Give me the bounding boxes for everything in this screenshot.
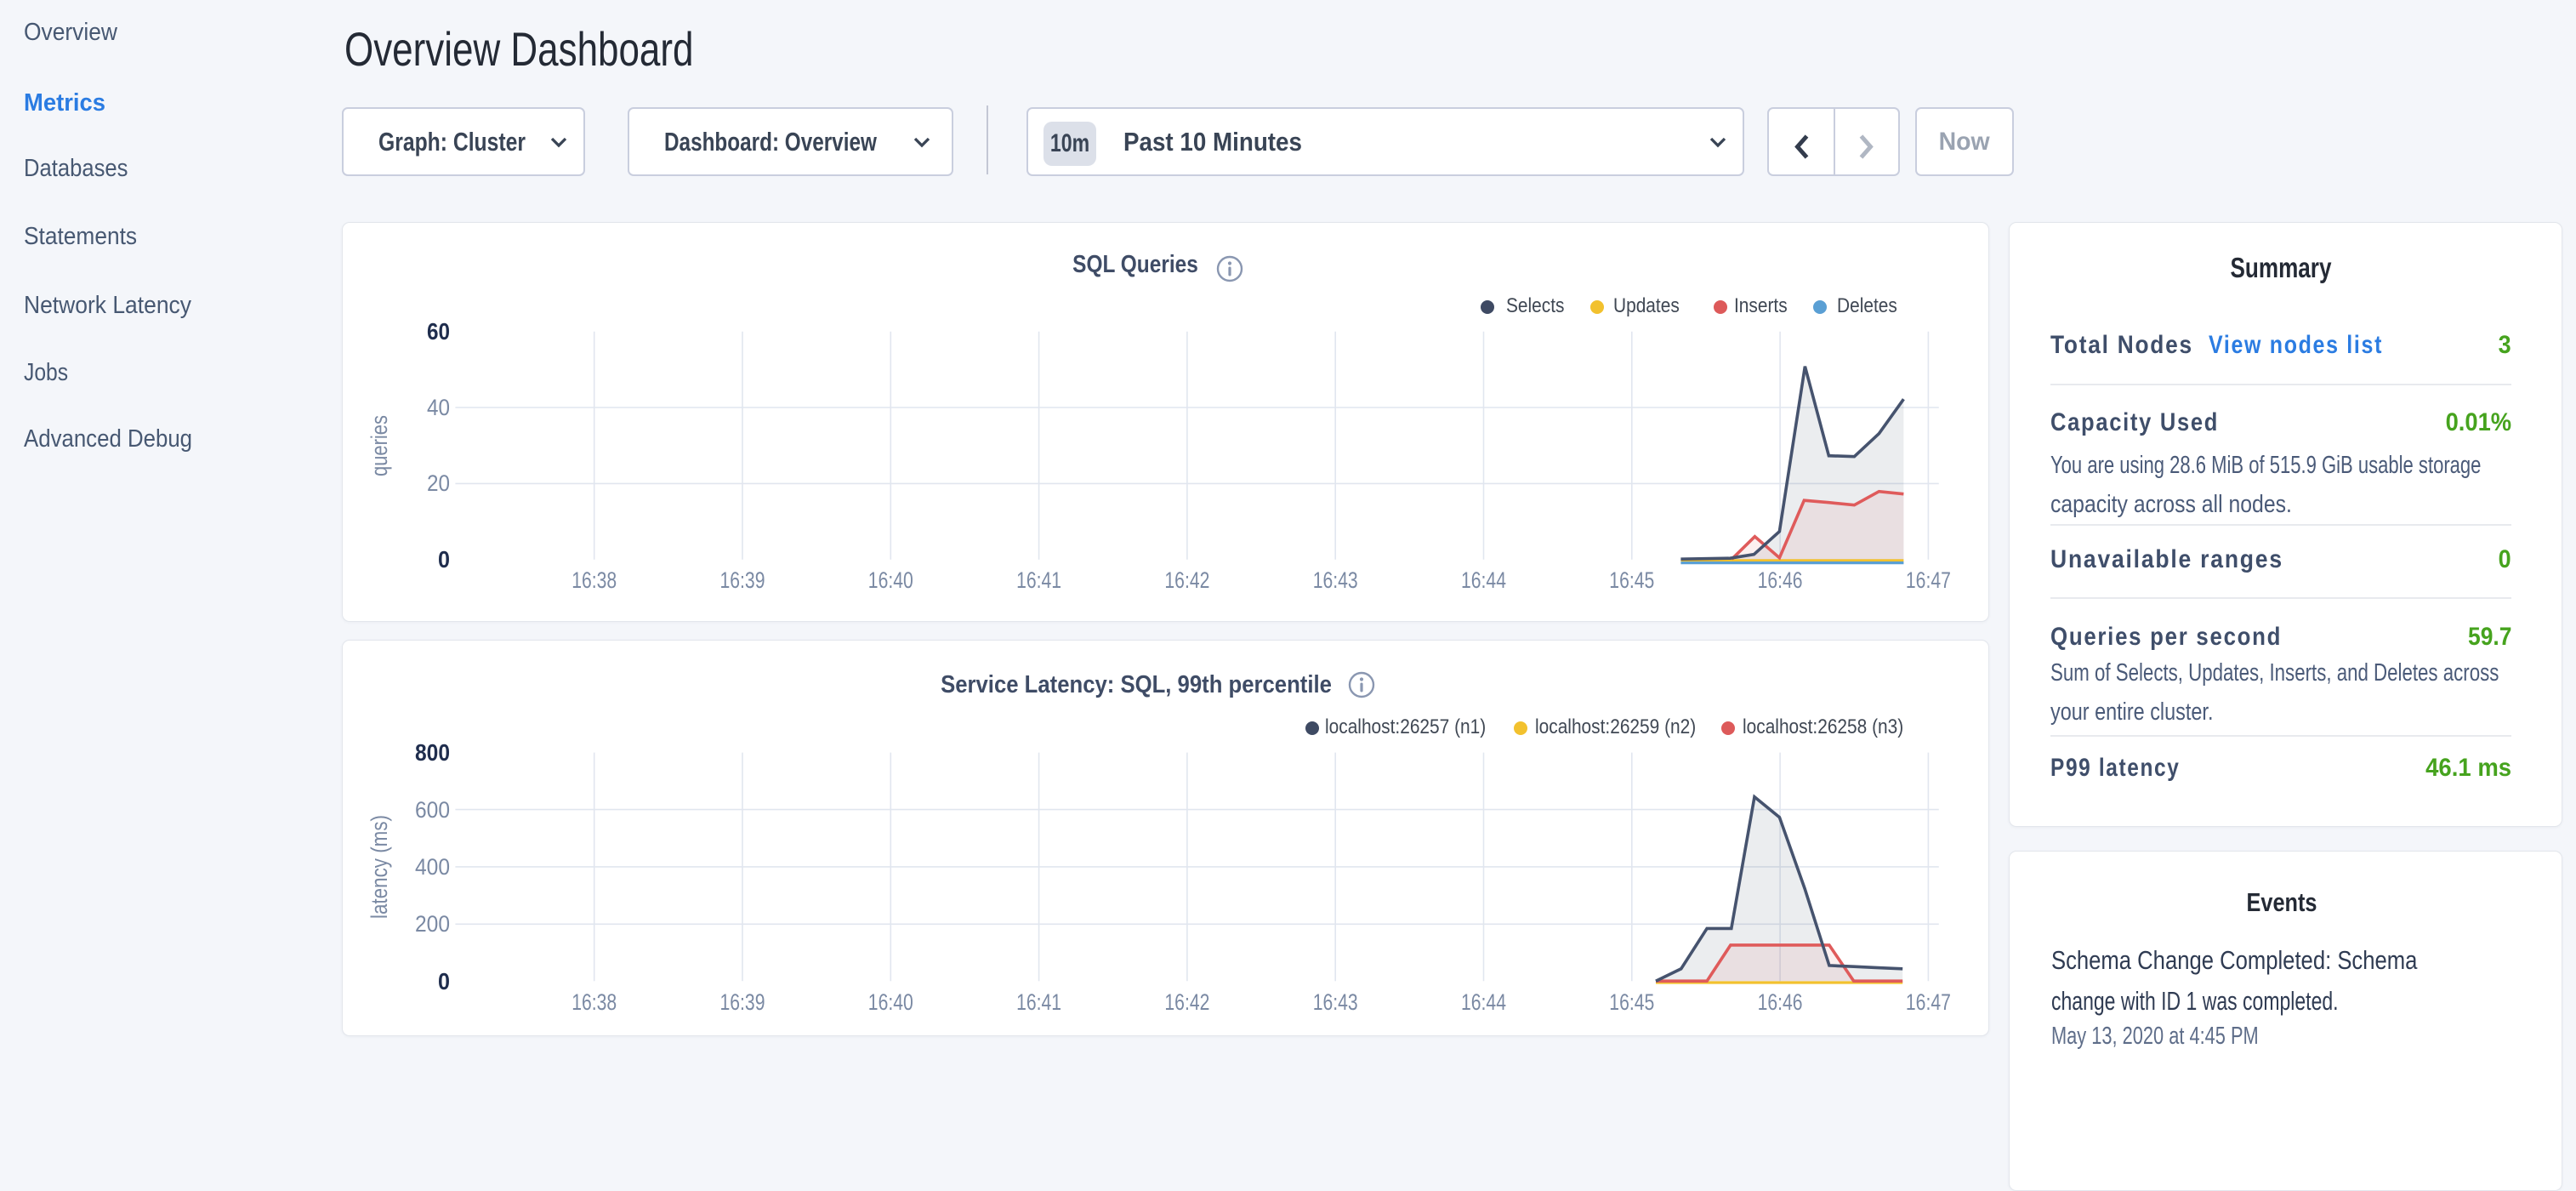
svg-text:16:47: 16:47: [1906, 567, 1951, 593]
svg-text:16:47: 16:47: [1906, 989, 1951, 1015]
svg-text:queries: queries: [367, 415, 392, 476]
svg-text:40: 40: [427, 395, 450, 420]
svg-text:16:40: 16:40: [868, 989, 913, 1015]
svg-text:600: 600: [415, 797, 450, 823]
svg-text:16:43: 16:43: [1313, 567, 1358, 593]
svg-text:400: 400: [415, 854, 450, 880]
svg-text:16:42: 16:42: [1164, 989, 1209, 1015]
svg-text:16:44: 16:44: [1461, 567, 1506, 593]
svg-text:16:38: 16:38: [571, 989, 617, 1015]
svg-text:200: 200: [415, 911, 450, 937]
svg-text:latency (ms): latency (ms): [367, 815, 392, 919]
svg-text:16:45: 16:45: [1609, 989, 1654, 1015]
svg-text:800: 800: [415, 739, 450, 766]
svg-text:60: 60: [427, 318, 450, 345]
svg-text:16:46: 16:46: [1758, 989, 1803, 1015]
svg-text:16:44: 16:44: [1461, 989, 1506, 1015]
svg-text:0: 0: [438, 968, 450, 994]
svg-text:16:39: 16:39: [720, 567, 765, 593]
svg-text:16:42: 16:42: [1164, 567, 1209, 593]
svg-text:16:39: 16:39: [720, 989, 765, 1015]
svg-text:16:40: 16:40: [868, 567, 913, 593]
svg-text:20: 20: [427, 470, 450, 496]
svg-text:16:41: 16:41: [1016, 567, 1061, 593]
svg-text:16:41: 16:41: [1016, 989, 1061, 1015]
svg-text:16:38: 16:38: [571, 567, 617, 593]
svg-text:16:46: 16:46: [1758, 567, 1803, 593]
svg-text:16:45: 16:45: [1609, 567, 1654, 593]
svg-text:0: 0: [438, 546, 450, 573]
svg-text:16:43: 16:43: [1313, 989, 1358, 1015]
